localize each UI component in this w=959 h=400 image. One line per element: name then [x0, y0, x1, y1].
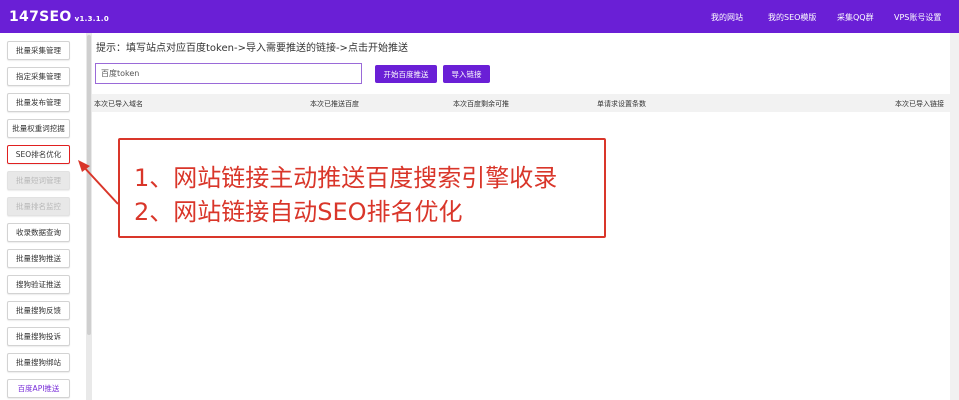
nav-seo-templates[interactable]: 我的SEO模版: [768, 12, 816, 23]
sidebar-item-sogou-push[interactable]: 批量搜狗推送: [7, 249, 70, 268]
sidebar-scrollbar-thumb[interactable]: [87, 35, 91, 335]
nav-my-sites[interactable]: 我的网站: [711, 12, 743, 23]
sidebar-item-batch-collect[interactable]: 批量采集管理: [7, 41, 70, 60]
nav-qq-group[interactable]: 采集QQ群: [837, 12, 874, 23]
sidebar-item-sogou-complaint[interactable]: 批量搜狗投诉: [7, 327, 70, 346]
col-imported-links: 本次已导入链接: [895, 100, 944, 108]
col-per-request-count: 单请求设置条数: [597, 100, 646, 108]
sidebar-item-sogou-feedback[interactable]: 批量搜狗反馈: [7, 301, 70, 320]
start-baidu-push-button[interactable]: 开始百度推送: [375, 65, 437, 83]
sidebar-item-sogou-bind[interactable]: 批量搜狗绑站: [7, 353, 70, 372]
col-baidu-remaining: 本次百度剩余可推: [453, 100, 509, 108]
sidebar-item-sogou-verify-push[interactable]: 搜狗验证推送: [7, 275, 70, 294]
sidebar: 批量采集管理 指定采集管理 批量发布管理 批量权重词挖掘 SEO排名优化 批量短…: [0, 33, 86, 400]
app-logo[interactable]: 147SEO v1.3.1.0: [9, 9, 109, 25]
main-scrollbar[interactable]: [950, 33, 959, 400]
sidebar-item-seo-ranking[interactable]: SEO排名优化: [7, 145, 70, 164]
brand-name: 147SEO: [9, 9, 72, 25]
baidu-token-input[interactable]: [95, 63, 362, 84]
col-imported-domains: 本次已导入域名: [94, 100, 143, 108]
version-label: v1.3.1.0: [74, 15, 110, 23]
annotation-line-1: 1、网站链接主动推送百度搜索引擎收录: [134, 164, 558, 192]
import-links-button[interactable]: 导入链接: [443, 65, 490, 83]
table-header: 本次已导入域名 本次已推送百度 本次百度剩余可推 单请求设置条数 本次已导入链接: [92, 94, 950, 112]
annotation-callout: 1、网站链接主动推送百度搜索引擎收录 2、网站链接自动SEO排名优化: [118, 138, 606, 238]
sidebar-item-short-words[interactable]: 批量短词管理: [7, 171, 70, 190]
col-pushed-baidu: 本次已推送百度: [310, 100, 359, 108]
sidebar-item-targeted-collect[interactable]: 指定采集管理: [7, 67, 70, 86]
sidebar-item-rank-monitor[interactable]: 批量排名监控: [7, 197, 70, 216]
sidebar-item-keyword-mining[interactable]: 批量权重词挖掘: [7, 119, 70, 138]
hint-text: 提示：填写站点对应百度token->导入需要推送的链接->点击开始推送: [96, 43, 408, 54]
sidebar-item-index-query[interactable]: 收录数据查询: [7, 223, 70, 242]
annotation-line-2: 2、网站链接自动SEO排名优化: [134, 198, 463, 226]
top-bar: 147SEO v1.3.1.0 我的网站 我的SEO模版 采集QQ群 VPS账号设…: [0, 0, 959, 33]
nav-vps-settings[interactable]: VPS账号设置: [894, 12, 941, 23]
sidebar-item-baidu-api-push[interactable]: 百度API推送: [7, 379, 70, 398]
sidebar-item-batch-publish[interactable]: 批量发布管理: [7, 93, 70, 112]
